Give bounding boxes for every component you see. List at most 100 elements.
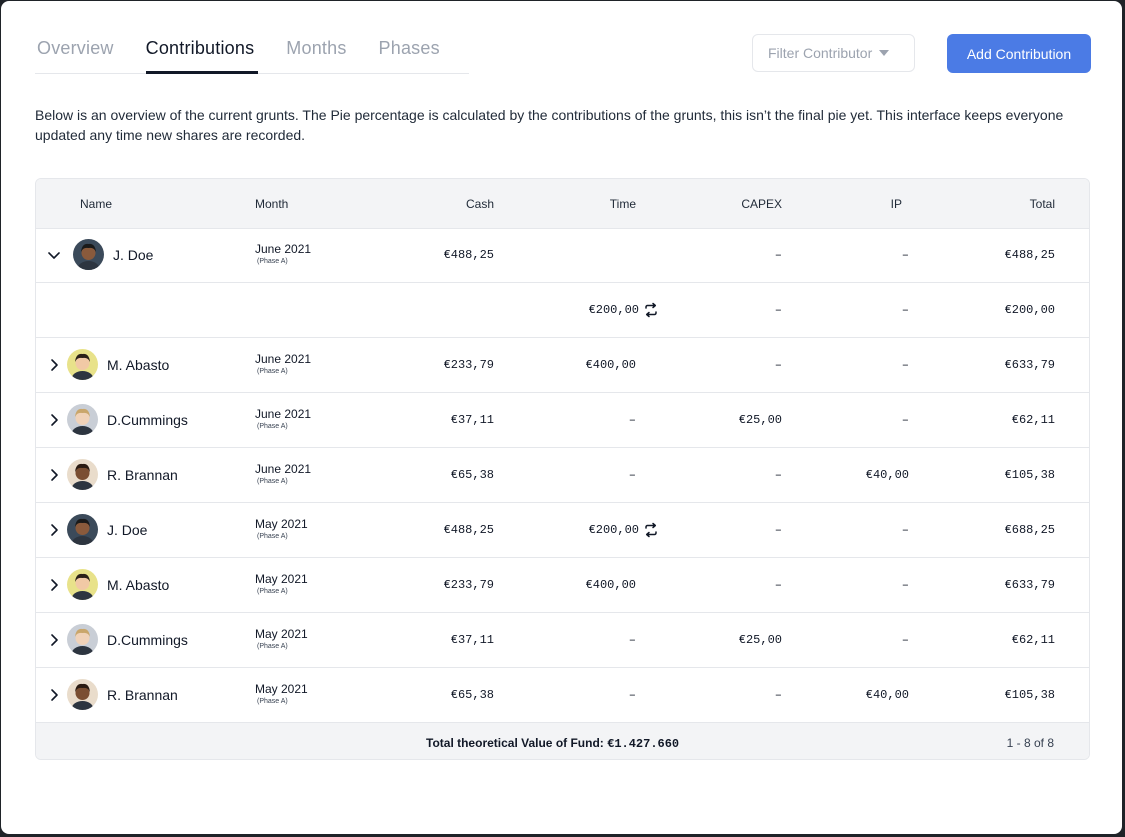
cash-value: €233,79	[443, 358, 494, 372]
fund-total-value: €1.427.660	[607, 737, 680, 751]
table-footer: Total theoretical Value of Fund: €1.427.…	[36, 723, 1089, 759]
column-header-ip: IP	[890, 197, 902, 211]
column-header-capex: CAPEX	[741, 197, 782, 211]
chevron-right-icon[interactable]	[47, 358, 61, 372]
phase-label: (Phase A)	[257, 533, 288, 540]
phase-label: (Phase A)	[257, 368, 288, 375]
cash-value: €233,79	[443, 578, 494, 592]
time-value: €200,00	[588, 523, 639, 537]
page-description: Below is an overview of the current grun…	[35, 107, 1064, 143]
month-label: May 2021	[255, 572, 308, 586]
avatar	[67, 514, 98, 545]
month-label: June 2021	[255, 407, 312, 421]
ip-value: –	[901, 303, 909, 317]
avatar	[67, 459, 98, 490]
avatar	[73, 239, 104, 270]
contributor-name[interactable]: J. Doe	[113, 247, 153, 263]
column-header-month: Month	[255, 197, 289, 211]
tab-months[interactable]: Months	[286, 29, 346, 73]
ip-value: –	[901, 358, 909, 372]
ip-value: –	[901, 633, 909, 647]
capex-value: €25,00	[738, 633, 782, 647]
cash-value: €488,25	[443, 248, 494, 262]
tab-phases[interactable]: Phases	[379, 29, 440, 73]
ip-value: –	[901, 248, 909, 262]
capex-value: –	[774, 248, 782, 262]
table-row[interactable]: R. Brannan June 2021 (Phase A) €65,38 – – €40,…	[36, 448, 1089, 503]
tab-contributions[interactable]: Contributions	[145, 29, 258, 74]
time-value: –	[628, 468, 636, 482]
total-value: €62,11	[1011, 413, 1055, 427]
ip-value: –	[901, 413, 909, 427]
phase-label: (Phase A)	[257, 423, 288, 430]
chevron-right-icon[interactable]	[47, 523, 61, 537]
cash-value: €37,11	[450, 633, 494, 647]
table-header: Name Month Cash Time CAPEX IP Total	[36, 179, 1089, 229]
fund-total-label: Total theoretical Value of Fund:	[426, 736, 608, 750]
contributions-table: Name Month Cash Time CAPEX IP Total J. D…	[35, 178, 1090, 760]
time-value: €200,00	[588, 303, 639, 317]
total-value: €633,79	[1004, 578, 1055, 592]
total-value: €488,25	[1004, 248, 1055, 262]
contributor-name[interactable]: R. Brannan	[107, 687, 178, 703]
phase-label: (Phase A)	[257, 258, 288, 265]
table-row[interactable]: J. Doe May 2021 (Phase A) €488,25 €200,00 – – €…	[36, 503, 1089, 558]
contributor-name[interactable]: D.Cummings	[107, 632, 188, 648]
table-row[interactable]: M. Abasto May 2021 (Phase A) €233,79 €400,00…	[36, 558, 1089, 613]
contributor-name[interactable]: J. Doe	[107, 522, 147, 538]
avatar	[67, 679, 98, 710]
phase-label: (Phase A)	[257, 588, 288, 595]
chevron-right-icon[interactable]	[47, 413, 61, 427]
filter-placeholder: Filter Contributor	[768, 45, 873, 61]
cash-value: €488,25	[443, 523, 494, 537]
table-row[interactable]: M. Abasto June 2021 (Phase A) €233,79 €400,0…	[36, 338, 1089, 393]
total-value: €105,38	[1004, 468, 1055, 482]
chevron-right-icon[interactable]	[47, 468, 61, 482]
time-value: €400,00	[585, 578, 636, 592]
add-contribution-button[interactable]: Add Contribution	[947, 34, 1091, 73]
cash-value: €37,11	[450, 413, 494, 427]
phase-label: (Phase A)	[257, 698, 288, 705]
contributor-name[interactable]: R. Brannan	[107, 467, 178, 483]
table-row[interactable]: R. Brannan May 2021 (Phase A) €65,38 – – €40,0…	[36, 668, 1089, 723]
time-value: –	[628, 688, 636, 702]
chevron-right-icon[interactable]	[47, 578, 61, 592]
chevron-right-icon[interactable]	[47, 688, 61, 702]
month-label: June 2021	[255, 352, 312, 366]
ip-value: –	[901, 523, 909, 537]
ip-value: €40,00	[865, 688, 909, 702]
month-label: May 2021	[255, 682, 308, 696]
column-header-time: Time	[609, 197, 636, 211]
month-label: May 2021	[255, 627, 308, 641]
filter-contributor-select[interactable]: Filter Contributor	[752, 34, 915, 72]
cash-value: €65,38	[450, 688, 494, 702]
time-value: –	[628, 413, 636, 427]
table-row[interactable]: D.Cummings May 2021 (Phase A) €37,11 – €25,00…	[36, 613, 1089, 668]
chevron-right-icon[interactable]	[47, 633, 61, 647]
avatar	[67, 349, 98, 380]
column-header-total: Total	[1029, 197, 1055, 211]
contributor-name[interactable]: D.Cummings	[107, 412, 188, 428]
contributor-name[interactable]: M. Abasto	[107, 577, 169, 593]
capex-value: –	[774, 688, 782, 702]
ip-value: €40,00	[865, 468, 909, 482]
month-label: May 2021	[255, 517, 308, 531]
contributor-name[interactable]: M. Abasto	[107, 357, 169, 373]
table-row[interactable]: D.Cummings June 2021 (Phase A) €37,11 – €25,0…	[36, 393, 1089, 448]
cash-value: €65,38	[450, 468, 494, 482]
pagination-info: 1 - 8 of 8	[1006, 736, 1054, 750]
table-row[interactable]: J. Doe June 2021 (Phase A) €488,25 – – €488,25	[36, 228, 1089, 283]
column-header-name: Name	[80, 197, 113, 211]
chevron-down-icon[interactable]	[47, 248, 61, 262]
capex-value: –	[774, 358, 782, 372]
avatar	[67, 624, 98, 655]
avatar	[67, 404, 98, 435]
phase-label: (Phase A)	[257, 478, 288, 485]
tab-overview[interactable]: Overview	[37, 29, 114, 73]
capex-value: –	[774, 523, 782, 537]
caret-down-icon	[879, 50, 890, 56]
table-subrow[interactable]: €200,00 – – €200,00	[36, 283, 1089, 338]
total-value: €633,79	[1004, 358, 1055, 372]
total-value: €688,25	[1004, 523, 1055, 537]
month-label: June 2021	[255, 242, 312, 256]
